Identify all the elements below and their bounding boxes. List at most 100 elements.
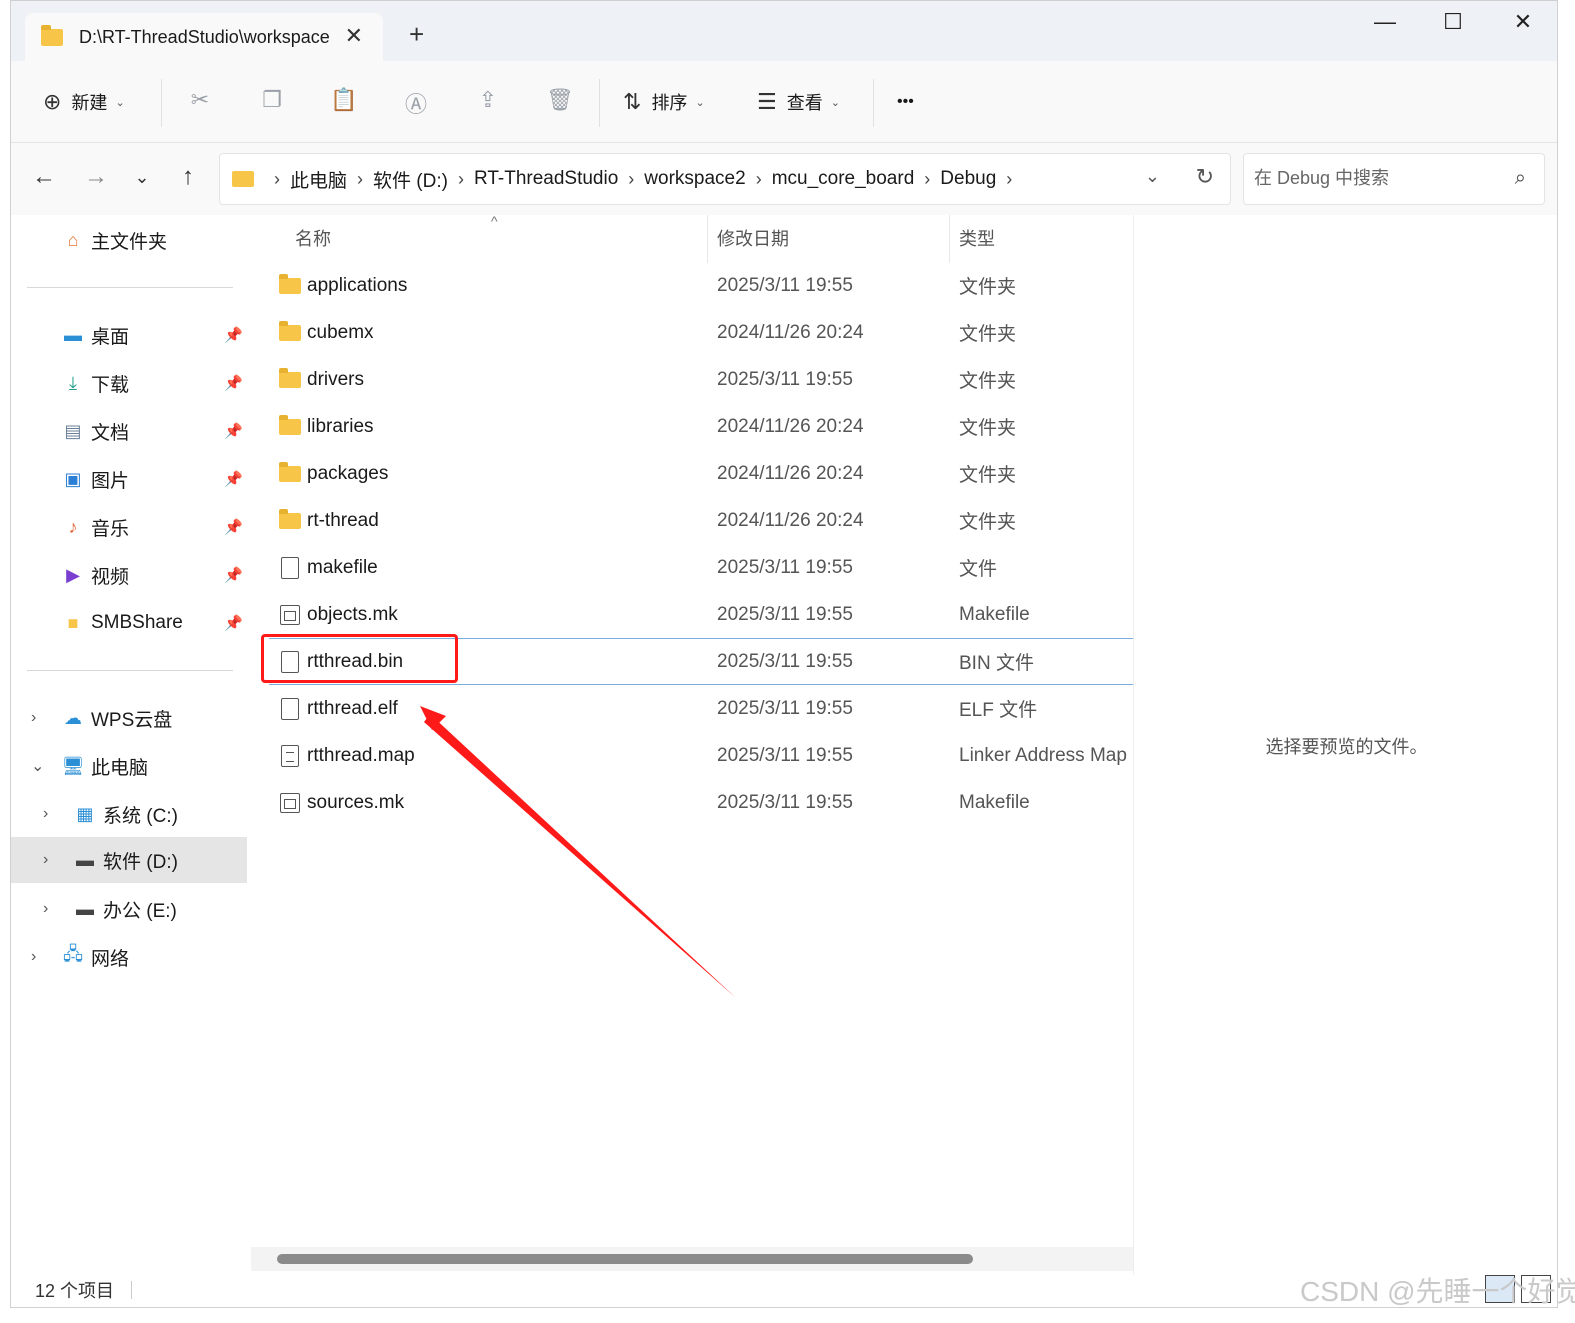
file-type: Linker Address Map <box>959 744 1127 766</box>
file-row[interactable]: rtthread.map 2025/3/11 19:55 Linker Addr… <box>249 732 1127 779</box>
pin-icon[interactable]: 📌 <box>224 518 243 536</box>
sidebar-item-home[interactable]: ⌂ 主文件夹 <box>11 217 247 263</box>
file-icon <box>281 697 299 720</box>
breadcrumb-debug[interactable]: Debug <box>940 168 996 190</box>
search-icon[interactable]: ⌕ <box>1515 167 1526 190</box>
folder-icon <box>279 273 301 294</box>
drive-icon: ▬ <box>76 898 94 919</box>
file-type: Makefile <box>959 791 1030 813</box>
address-history-dropdown[interactable]: ⌄ <box>1145 166 1160 187</box>
copy-icon[interactable]: ❐ <box>257 87 287 117</box>
desktop-icon: ▬ <box>64 324 82 345</box>
file-row[interactable]: packages 2024/11/26 20:24 文件夹 <box>249 450 1123 497</box>
sidebar-item-network[interactable]: › 🖧 网络 <box>11 934 247 980</box>
view-button[interactable]: ☰ 查看 ⌄ <box>757 85 840 119</box>
sidebar-item-drive-e[interactable]: › ▬ 办公 (E:) <box>11 886 247 932</box>
chevron-right-icon[interactable]: › <box>43 805 48 823</box>
sidebar-item-pictures[interactable]: ▣ 图片 📌 <box>11 456 247 502</box>
refresh-icon[interactable]: ↻ <box>1196 164 1214 190</box>
back-arrow-icon[interactable]: ← <box>29 163 59 191</box>
forward-arrow-icon[interactable]: → <box>81 163 111 191</box>
new-button[interactable]: ⊕ 新建 ⌄ <box>43 85 125 119</box>
toolbar-divider <box>161 79 162 127</box>
address-bar[interactable]: › 此电脑 › 软件 (D:) › RT-ThreadStudio › work… <box>219 153 1231 205</box>
pin-icon[interactable]: 📌 <box>224 422 243 440</box>
rename-icon[interactable]: Ⓐ <box>401 87 431 117</box>
breadcrumb-drive-d[interactable]: 软件 (D:) <box>373 166 448 193</box>
new-tab-button[interactable]: + <box>409 19 424 50</box>
file-row[interactable]: drivers 2025/3/11 19:55 文件夹 <box>249 356 1123 403</box>
sort-label: 排序 <box>651 93 688 113</box>
search-box[interactable]: ⌕ <box>1243 153 1545 205</box>
file-date: 2024/11/26 20:24 <box>717 509 864 531</box>
sidebar-item-drive-c[interactable]: › ▦ 系统 (C:) <box>11 791 247 837</box>
makefile-icon <box>280 604 300 625</box>
minimize-button[interactable]: — <box>1365 9 1405 35</box>
pin-icon[interactable]: 📌 <box>224 614 243 632</box>
file-row[interactable]: makefile 2025/3/11 19:55 文件 <box>249 544 1123 591</box>
sidebar-item-wps-cloud[interactable]: › ☁ WPS云盘 <box>11 695 247 741</box>
more-button[interactable]: ••• <box>897 85 914 119</box>
sidebar-item-label: 办公 (E:) <box>103 900 177 922</box>
file-row[interactable]: sources.mk 2025/3/11 19:55 Makefile <box>249 779 1123 826</box>
maximize-button[interactable]: ☐ <box>1433 9 1473 35</box>
sidebar-item-videos[interactable]: ▶ 视频 📌 <box>11 552 247 598</box>
column-header-name[interactable]: 名称 <box>295 225 331 251</box>
file-type: 文件 <box>959 559 998 580</box>
scrollbar-thumb[interactable] <box>277 1254 973 1264</box>
sidebar-item-desktop[interactable]: ▬ 桌面 📌 <box>11 312 247 358</box>
cut-icon[interactable]: ✂ <box>185 87 215 117</box>
sidebar-item-smbshare[interactable]: ■ SMBShare 📌 <box>11 600 247 646</box>
file-row[interactable]: objects.mk 2025/3/11 19:55 Makefile <box>249 591 1123 638</box>
file-row[interactable]: rt-thread 2024/11/26 20:24 文件夹 <box>249 497 1123 544</box>
file-row[interactable]: cubemx 2024/11/26 20:24 文件夹 <box>249 309 1123 356</box>
column-divider[interactable] <box>707 215 708 263</box>
share-icon[interactable]: ⇪ <box>473 87 503 117</box>
tab-debug[interactable]: D:\RT-ThreadStudio\workspace2\mcu_core_b… <box>25 13 383 61</box>
column-header-type[interactable]: 类型 <box>959 225 995 251</box>
file-row[interactable]: applications 2025/3/11 19:55 文件夹 <box>249 262 1123 309</box>
breadcrumb-workspace2[interactable]: workspace2 <box>644 168 745 190</box>
tab-close-icon[interactable]: ✕ <box>345 23 363 49</box>
file-row[interactable]: rtthread.elf 2025/3/11 19:55 ELF 文件 <box>249 685 1123 732</box>
file-name: sources.mk <box>307 791 405 813</box>
chevron-right-icon[interactable]: › <box>31 709 36 727</box>
chevron-right-icon: › <box>755 168 762 189</box>
search-input[interactable] <box>1244 154 1484 202</box>
pin-icon[interactable]: 📌 <box>224 374 243 392</box>
file-date: 2025/3/11 19:55 <box>717 697 853 719</box>
file-name: objects.mk <box>307 603 398 625</box>
pin-icon[interactable]: 📌 <box>224 566 243 584</box>
column-header-date[interactable]: 修改日期 <box>717 225 789 251</box>
recent-chevron-icon[interactable]: ⌄ <box>127 167 157 188</box>
up-arrow-icon[interactable]: ↑ <box>173 163 203 191</box>
sidebar-item-label: 文档 <box>91 422 130 444</box>
sidebar-item-label: 音乐 <box>91 518 130 540</box>
sidebar-item-label: SMBShare <box>91 612 183 633</box>
chevron-right-icon[interactable]: › <box>31 948 36 966</box>
file-type: 文件夹 <box>959 512 1017 533</box>
column-divider[interactable] <box>949 215 950 263</box>
sidebar-item-music[interactable]: ♪ 音乐 📌 <box>11 504 247 550</box>
chevron-right-icon[interactable]: › <box>43 900 48 918</box>
folder-icon <box>41 24 63 46</box>
breadcrumb-mcu-core-board[interactable]: mcu_core_board <box>772 168 915 190</box>
paste-icon[interactable]: 📋 <box>329 87 359 117</box>
breadcrumb-this-pc[interactable]: 此电脑 <box>290 166 347 193</box>
chevron-right-icon[interactable]: › <box>43 851 48 869</box>
pin-icon[interactable]: 📌 <box>224 326 243 344</box>
close-button[interactable]: ✕ <box>1503 9 1543 35</box>
delete-icon[interactable]: 🗑 <box>545 87 575 117</box>
breadcrumb-rt-threadstudio[interactable]: RT-ThreadStudio <box>474 168 618 190</box>
item-count: 12 个项目 <box>35 1281 115 1301</box>
pin-icon[interactable]: 📌 <box>224 470 243 488</box>
file-row[interactable]: libraries 2024/11/26 20:24 文件夹 <box>249 403 1123 450</box>
sort-button[interactable]: ⇅ 排序 ⌄ <box>623 85 705 119</box>
sidebar-item-downloads[interactable]: ⤓ 下载 📌 <box>11 360 247 406</box>
sidebar-item-this-pc[interactable]: ⌄ 🖥 此电脑 <box>11 743 247 789</box>
chevron-down-icon[interactable]: ⌄ <box>31 756 44 776</box>
chevron-down-icon: ⌄ <box>695 96 705 109</box>
sidebar-item-documents[interactable]: ▤ 文档 📌 <box>11 408 247 454</box>
sidebar-item-drive-d[interactable]: › ▬ 软件 (D:) <box>11 837 247 883</box>
file-type: 文件夹 <box>959 277 1017 298</box>
